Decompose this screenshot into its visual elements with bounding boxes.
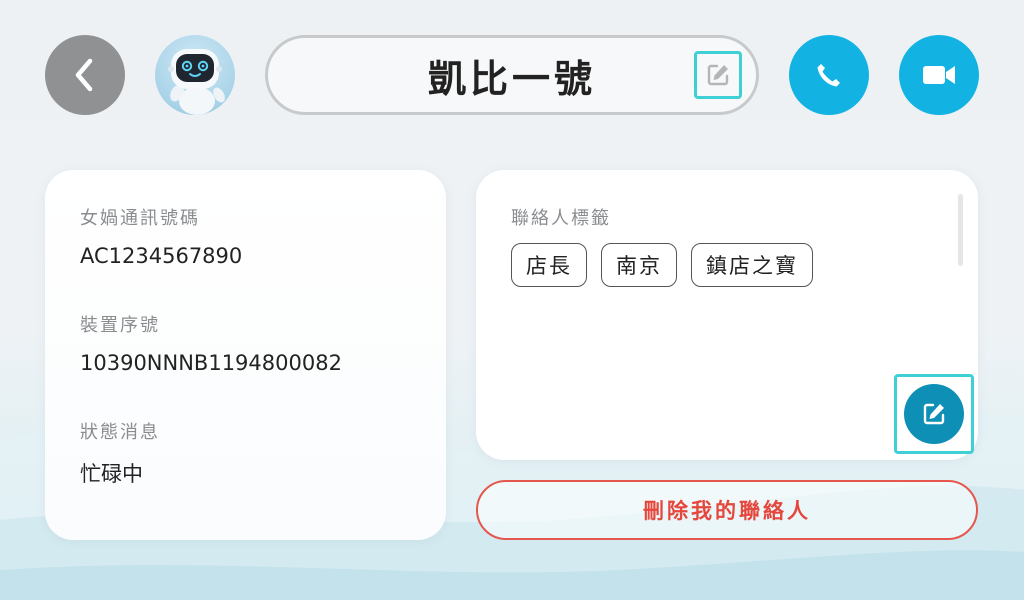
edit-tags-button[interactable]: [894, 374, 974, 454]
info-value: 忙碌中: [80, 462, 143, 486]
robot-avatar-icon: [168, 49, 225, 115]
edit-tags-circle[interactable]: [904, 384, 964, 444]
info-label: 狀態消息: [80, 422, 160, 443]
info-item-device-serial: 裝置序號 10390NNNB1194800082: [80, 311, 342, 375]
info-item-status-message: 狀態消息 忙碌中: [80, 418, 160, 488]
info-item-communication-number: 女媧通訊號碼 AC1234567890: [80, 204, 242, 268]
tags-label: 聯絡人標籤: [511, 208, 611, 229]
chevron-left-icon: [75, 58, 93, 92]
contact-name: 凱比一號: [427, 56, 596, 101]
delete-contact-button[interactable]: 刪除我的聯絡人: [476, 480, 978, 540]
tags-scrollbar[interactable]: [958, 194, 963, 266]
video-camera-icon: [923, 66, 955, 84]
info-value: AC1234567890: [80, 244, 243, 268]
info-label: 女媧通訊號碼: [80, 208, 200, 229]
contact-info-card: 女媧通訊號碼 AC1234567890 裝置序號 10390NNNB119480…: [45, 170, 446, 540]
avatar: [155, 35, 235, 115]
edit-icon: [707, 64, 729, 86]
back-button[interactable]: [45, 35, 125, 115]
tag-list: 店長 南京 鎮店之寶: [511, 243, 813, 287]
video-call-button[interactable]: [899, 35, 979, 115]
info-value: 10390NNNB1194800082: [80, 351, 342, 375]
tag-chip[interactable]: 南京: [601, 243, 677, 287]
tag-chip[interactable]: 鎮店之寶: [691, 243, 813, 287]
info-label: 裝置序號: [80, 315, 160, 336]
tag-chip[interactable]: 店長: [511, 243, 587, 287]
edit-name-button[interactable]: [694, 51, 742, 99]
edit-icon: [923, 403, 945, 425]
contact-name-field: 凱比一號: [265, 35, 759, 115]
contact-tags-card: 聯絡人標籤 店長 南京 鎮店之寶: [476, 170, 978, 460]
call-button[interactable]: [789, 35, 869, 115]
phone-icon: [817, 64, 840, 87]
